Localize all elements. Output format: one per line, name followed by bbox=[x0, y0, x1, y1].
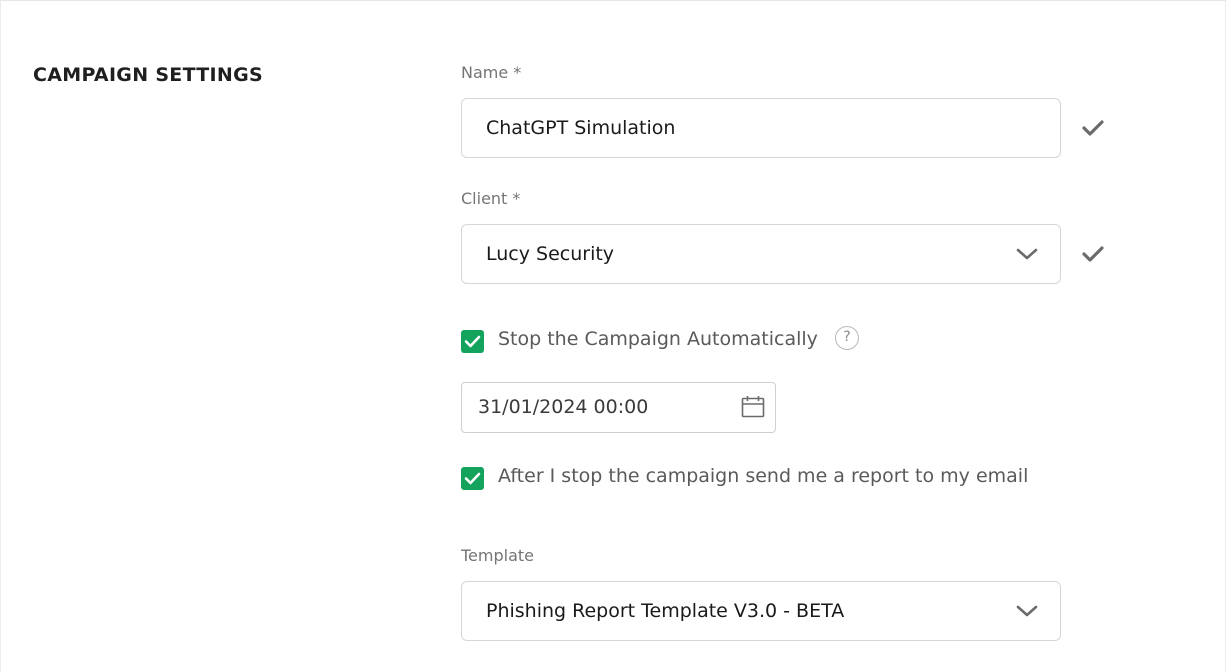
section-title: CAMPAIGN SETTINGS bbox=[33, 64, 263, 86]
name-label: Name * bbox=[461, 63, 522, 82]
client-label: Client * bbox=[461, 189, 521, 208]
stop-date-input[interactable]: 31/01/2024 00:00 bbox=[461, 382, 776, 433]
send-report-label[interactable]: After I stop the campaign send me a repo… bbox=[498, 465, 1028, 487]
checkmark-icon bbox=[464, 335, 481, 348]
stop-automatically-checkbox[interactable] bbox=[461, 330, 484, 353]
template-select[interactable]: Phishing Report Template V3.0 - BETA bbox=[461, 581, 1061, 641]
template-value: Phishing Report Template V3.0 - BETA bbox=[486, 600, 845, 622]
stop-date-value: 31/01/2024 00:00 bbox=[478, 396, 649, 418]
name-value: ChatGPT Simulation bbox=[486, 117, 676, 139]
client-value: Lucy Security bbox=[486, 243, 615, 265]
calendar-icon[interactable] bbox=[741, 395, 765, 419]
template-label: Template bbox=[461, 546, 535, 565]
client-select[interactable]: Lucy Security bbox=[461, 224, 1061, 284]
stop-automatically-label[interactable]: Stop the Campaign Automatically bbox=[498, 328, 818, 350]
name-input[interactable]: ChatGPT Simulation bbox=[461, 98, 1061, 158]
checkmark-icon bbox=[464, 472, 481, 485]
send-report-checkbox[interactable] bbox=[461, 467, 484, 490]
client-valid-checkmark-icon bbox=[1082, 246, 1104, 262]
name-valid-checkmark-icon bbox=[1082, 120, 1104, 136]
campaign-settings-panel: CAMPAIGN SETTINGS Name * ChatGPT Simulat… bbox=[0, 0, 1226, 672]
chevron-down-icon bbox=[1016, 605, 1038, 617]
help-icon[interactable]: ? bbox=[835, 326, 859, 350]
chevron-down-icon bbox=[1016, 248, 1038, 260]
